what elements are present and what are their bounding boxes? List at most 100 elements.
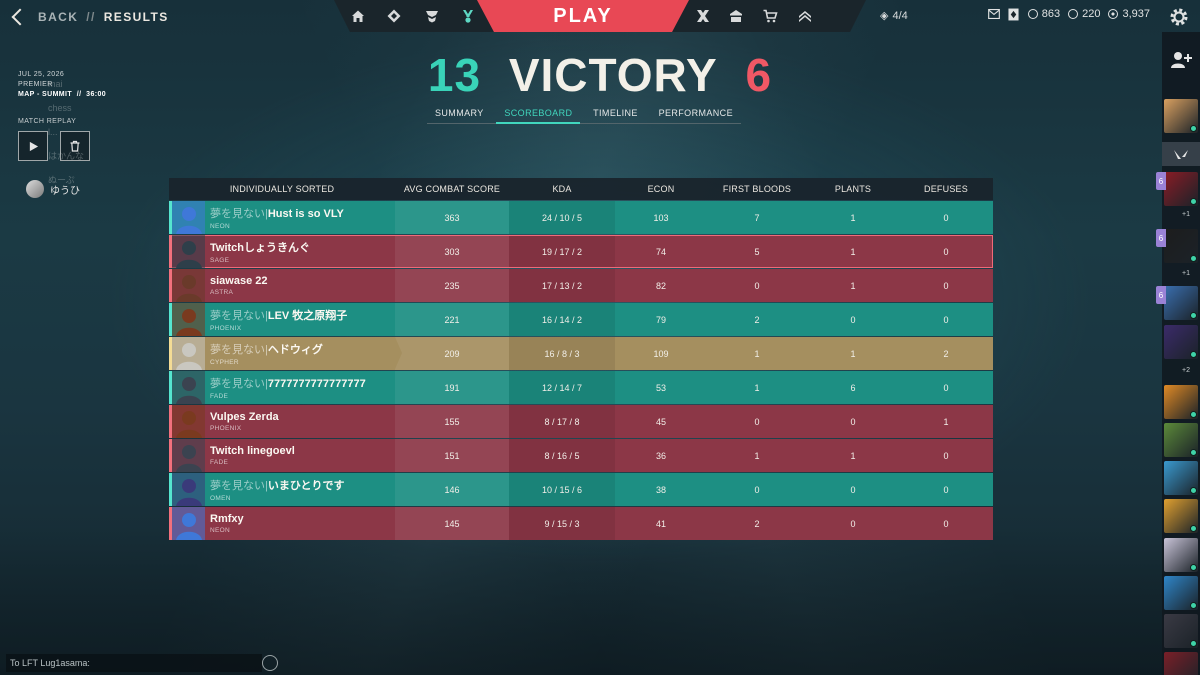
team-stripe <box>169 507 172 540</box>
player-name-line: Twitchしょうきんぐ <box>210 239 310 255</box>
tab-summary[interactable]: SUMMARY <box>427 108 492 124</box>
header-plants[interactable]: PLANTS <box>807 184 899 194</box>
kda-value: 8 / 17 / 8 <box>509 405 615 438</box>
player-name: siawase 22 <box>210 275 268 287</box>
friend-avatar[interactable] <box>1164 385 1198 419</box>
party-member-name: ゆうひ <box>50 185 80 197</box>
party-member[interactable]: ゆうひ <box>26 180 80 198</box>
player-cell[interactable]: Vulpes Zerda PHOENIX <box>169 405 395 438</box>
table-row[interactable]: 夢を見ない|いまひとりです OMEN 146 10 / 15 / 6 38 0 0 0 <box>169 473 993 506</box>
chat-toggle-icon[interactable] <box>262 655 278 671</box>
kda-value: 9 / 15 / 3 <box>509 507 615 540</box>
defuses-value: 0 <box>943 382 949 393</box>
friend-avatar[interactable] <box>1164 538 1198 572</box>
table-row[interactable]: 夢を見ない|Hust is so VLY NEON 363 24 / 10 / 5 10… <box>169 201 993 234</box>
player-cell[interactable]: 夢を見ない|LEV 牧之原翔子 PHOENIX <box>169 303 395 336</box>
player-cell[interactable]: siawase 22 ASTRA <box>169 269 395 302</box>
party-group-tag[interactable]: 6 <box>1156 286 1166 304</box>
home-icon[interactable] <box>350 8 366 24</box>
table-row[interactable]: Vulpes Zerda PHOENIX 155 8 / 17 / 8 45 0 0 1 <box>169 405 993 438</box>
agents-icon[interactable] <box>386 8 402 24</box>
back-button[interactable]: BACK // RESULTS <box>10 6 169 28</box>
acs-value: 191 <box>395 371 509 404</box>
valorant-logo-icon[interactable] <box>1162 142 1200 166</box>
agent-name: NEON <box>210 223 230 230</box>
econ-value: 41 <box>655 518 666 529</box>
mail-icon[interactable] <box>987 8 1000 20</box>
friend-avatar[interactable] <box>1164 172 1198 206</box>
player-cell[interactable]: 夢を見ない|7777777777777777 FADE <box>169 371 395 404</box>
kda-value: 17 / 13 / 2 <box>509 269 615 302</box>
ghost-line: l... <box>48 127 58 137</box>
friend-avatar[interactable] <box>1164 423 1198 457</box>
player-cell[interactable]: Twitch linegoevl FADE <box>169 439 395 472</box>
collection-icon[interactable] <box>728 8 744 24</box>
career-icon[interactable] <box>460 8 476 24</box>
table-row[interactable]: 夢を見ない|ヘドウィグ CYPHER 209 16 / 8 / 3 109 1 1 2 <box>169 337 993 370</box>
player-cell[interactable]: 夢を見ない|ヘドウィグ CYPHER <box>169 337 402 370</box>
friend-avatar[interactable] <box>1164 229 1198 263</box>
header-acs[interactable]: AVG COMBAT SCORE <box>395 184 509 194</box>
friend-avatar[interactable] <box>1164 576 1198 610</box>
friend-avatar[interactable] <box>1164 325 1198 359</box>
player-name-line: 夢を見ない|いまひとりです <box>210 477 345 493</box>
kda-value: 10 / 15 / 6 <box>509 473 615 506</box>
player-name-line: Twitch linegoevl <box>210 445 295 457</box>
player-cell[interactable]: Twitchしょうきんぐ SAGE <box>169 235 395 268</box>
header-kda[interactable]: KDA <box>509 184 615 194</box>
store-icon[interactable] <box>762 8 778 24</box>
play-replay-button[interactable] <box>18 131 48 161</box>
friend-avatar[interactable] <box>1164 286 1198 320</box>
friend-avatar[interactable] <box>1164 461 1198 495</box>
add-friend-button[interactable] <box>1162 40 1200 80</box>
team-stripe <box>169 201 172 234</box>
header-sort[interactable]: INDIVIDUALLY SORTED <box>169 184 395 194</box>
scoreboard-rows: 夢を見ない|Hust is so VLY NEON 363 24 / 10 / 5 10… <box>169 201 993 540</box>
acs-value: 155 <box>395 405 509 438</box>
settings-gear-icon[interactable] <box>1168 6 1190 28</box>
player-name-line: 夢を見ない|LEV 牧之原翔子 <box>210 307 347 323</box>
premier-icon[interactable] <box>695 8 711 24</box>
play-label: PLAY <box>553 4 613 27</box>
outcome-label: VICTORY <box>508 49 718 101</box>
friend-avatar[interactable] <box>1164 652 1198 675</box>
chat-input[interactable]: To LFT Lug1asama: <box>6 654 262 672</box>
player-cell[interactable]: 夢を見ない|Hust is so VLY NEON <box>169 201 395 234</box>
team-stripe <box>169 405 172 438</box>
store-card-icon[interactable] <box>1008 8 1020 20</box>
plants-value: 1 <box>850 280 856 291</box>
table-row[interactable]: 夢を見ない|LEV 牧之原翔子 PHOENIX 221 16 / 14 / 2 79 2 0… <box>169 303 993 336</box>
party-group-tag[interactable]: 6 <box>1156 172 1166 190</box>
tab-scoreboard[interactable]: SCOREBOARD <box>496 108 581 124</box>
kingdom-icon <box>1108 9 1119 19</box>
tab-timeline[interactable]: TIMELINE <box>585 108 646 124</box>
friend-avatar[interactable] <box>1164 614 1198 648</box>
party-group-tag[interactable]: 6 <box>1156 229 1166 247</box>
friend-avatar[interactable] <box>1164 499 1198 533</box>
play-button[interactable]: PLAY <box>477 0 689 32</box>
table-row[interactable]: siawase 22 ASTRA 235 17 / 13 / 2 82 0 1 0 <box>169 269 993 302</box>
friend-avatar[interactable] <box>1164 99 1198 133</box>
rank-icon[interactable] <box>797 8 813 24</box>
header-econ[interactable]: ECON <box>615 184 707 194</box>
agent-name: FADE <box>210 393 229 400</box>
header-first-bloods[interactable]: FIRST BLOODS <box>707 184 807 194</box>
kingdom-balance: 3,937 <box>1108 8 1150 20</box>
plants-value: 0 <box>850 314 856 325</box>
party-tokens[interactable]: ◈ 4/4 <box>880 9 908 23</box>
battlepass-icon[interactable] <box>424 8 440 24</box>
header-defuses[interactable]: DEFUSES <box>899 184 993 194</box>
table-row[interactable]: Twitchしょうきんぐ SAGE 303 19 / 17 / 2 74 5 1 0 <box>169 235 993 268</box>
first-bloods-value: 0 <box>754 280 760 291</box>
player-name-line: Rmfxy <box>210 513 244 525</box>
acs-value: 221 <box>395 303 509 336</box>
tab-performance[interactable]: PERFORMANCE <box>651 108 741 124</box>
kda-value: 24 / 10 / 5 <box>509 201 615 234</box>
table-row[interactable]: Twitch linegoevl FADE 151 8 / 16 / 5 36 1 1 0 <box>169 439 993 472</box>
table-row[interactable]: 夢を見ない|7777777777777777 FADE 191 12 / 14 / 7… <box>169 371 993 404</box>
player-cell[interactable]: Rmfxy NEON <box>169 507 395 540</box>
avatar <box>26 180 44 198</box>
table-row[interactable]: Rmfxy NEON 145 9 / 15 / 3 41 2 0 0 <box>169 507 993 540</box>
player-cell[interactable]: 夢を見ない|いまひとりです OMEN <box>169 473 395 506</box>
radianite-icon <box>1068 9 1079 19</box>
